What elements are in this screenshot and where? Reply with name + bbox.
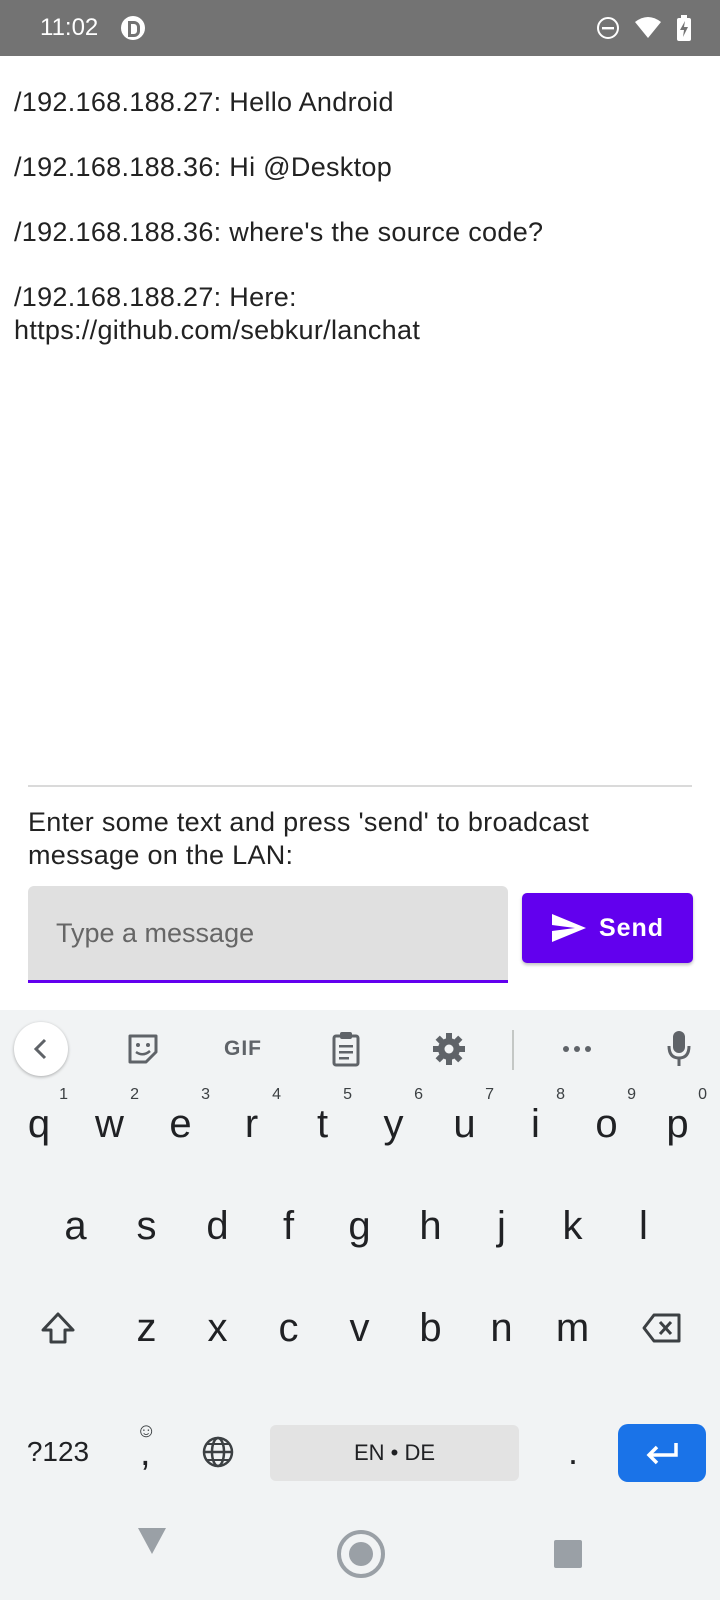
key-f[interactable]: f	[253, 1184, 324, 1268]
enter-key[interactable]	[618, 1424, 706, 1482]
comma-key[interactable]: ☺ ,	[124, 1410, 180, 1494]
pocket-casts-icon	[121, 16, 145, 40]
key-j[interactable]: j	[466, 1184, 537, 1268]
space-key[interactable]: EN • DE	[270, 1425, 519, 1481]
key-m[interactable]: m	[537, 1286, 608, 1370]
send-button-label: Send	[598, 913, 665, 942]
clipboard-icon[interactable]	[321, 1024, 371, 1074]
message-text: /192.168.188.36: Hi @Desktop	[14, 152, 393, 182]
gear-icon[interactable]	[424, 1024, 474, 1074]
key-g[interactable]: g	[324, 1184, 395, 1268]
key-e[interactable]: 3e	[145, 1082, 216, 1166]
back-triangle-icon[interactable]	[136, 1526, 168, 1556]
send-icon	[551, 914, 586, 942]
key-hint: 4	[272, 1086, 281, 1103]
key-label: w	[95, 1101, 124, 1146]
message-item: /192.168.188.36: where's the source code…	[14, 216, 694, 249]
divider	[28, 785, 692, 787]
key-label: o	[595, 1101, 618, 1146]
key-w[interactable]: 2w	[74, 1082, 145, 1166]
key-l[interactable]: l	[608, 1184, 679, 1268]
key-label: t	[316, 1101, 329, 1146]
message-list: /192.168.188.27: Hello Android /192.168.…	[14, 86, 694, 379]
message-text: /192.168.188.27: Here:	[14, 282, 297, 312]
message-input[interactable]	[28, 886, 508, 983]
key-a[interactable]: a	[40, 1184, 111, 1268]
key-v[interactable]: v	[324, 1286, 395, 1370]
key-label: e	[169, 1101, 192, 1146]
symbols-key[interactable]: ?123	[14, 1410, 102, 1494]
key-label: p	[666, 1101, 689, 1146]
key-c[interactable]: c	[253, 1286, 324, 1370]
key-label: u	[453, 1101, 476, 1146]
key-x[interactable]: x	[182, 1286, 253, 1370]
sticker-icon[interactable]	[118, 1024, 168, 1074]
key-hint: 3	[201, 1086, 210, 1103]
key-p[interactable]: 0p	[642, 1082, 713, 1166]
key-h[interactable]: h	[395, 1184, 466, 1268]
key-t[interactable]: 5t	[287, 1082, 358, 1166]
key-z[interactable]: z	[111, 1286, 182, 1370]
battery-charging-icon	[677, 15, 691, 41]
more-icon[interactable]	[552, 1024, 602, 1074]
key-o[interactable]: 9o	[571, 1082, 642, 1166]
key-hint: 7	[485, 1086, 494, 1103]
navigation-bar	[0, 1510, 720, 1600]
status-time: 11:02	[40, 14, 99, 41]
key-hint: 9	[627, 1086, 636, 1103]
key-hint: 6	[414, 1086, 423, 1103]
message-item: /192.168.188.36: Hi @Desktop	[14, 151, 694, 184]
message-text: /192.168.188.27: Hello Android	[14, 87, 394, 117]
backspace-key[interactable]	[618, 1286, 706, 1370]
status-bar: 11:02	[0, 0, 720, 56]
key-d[interactable]: d	[182, 1184, 253, 1268]
message-link[interactable]: https://github.com/sebkur/lanchat	[14, 314, 694, 347]
send-button[interactable]: Send	[522, 893, 693, 963]
microphone-icon[interactable]	[654, 1024, 704, 1074]
message-text: /192.168.188.36: where's the source code…	[14, 217, 544, 247]
key-k[interactable]: k	[537, 1184, 608, 1268]
key-label: q	[27, 1101, 51, 1146]
key-r[interactable]: 4r	[216, 1082, 287, 1166]
comma-label: ,	[140, 1432, 151, 1474]
toolbar-divider	[512, 1030, 514, 1070]
key-hint: 1	[59, 1086, 68, 1103]
key-q[interactable]: 1q	[4, 1082, 74, 1166]
enter-icon	[646, 1443, 678, 1465]
keyboard-toolbar: GIF	[0, 1010, 720, 1088]
status-icons	[596, 14, 692, 42]
gif-label: GIF	[224, 1037, 262, 1060]
shift-key[interactable]	[14, 1286, 102, 1370]
key-n[interactable]: n	[466, 1286, 537, 1370]
key-b[interactable]: b	[395, 1286, 466, 1370]
period-key[interactable]: .	[548, 1410, 598, 1494]
key-label: i	[531, 1101, 540, 1146]
key-i[interactable]: 8i	[500, 1082, 571, 1166]
key-u[interactable]: 7u	[429, 1082, 500, 1166]
message-item: /192.168.188.27: Hello Android	[14, 86, 694, 119]
instructions-text: Enter some text and press 'send' to broa…	[28, 807, 590, 870]
key-hint: 8	[556, 1086, 565, 1103]
key-label: r	[244, 1101, 259, 1146]
key-hint: 0	[698, 1086, 707, 1103]
message-item: /192.168.188.27: Here: https://github.co…	[14, 281, 694, 347]
key-hint: 2	[130, 1086, 139, 1103]
gif-icon[interactable]: GIF	[218, 1024, 268, 1074]
globe-icon	[202, 1436, 234, 1468]
globe-key[interactable]	[190, 1410, 246, 1494]
home-circle-icon[interactable]	[337, 1530, 385, 1578]
backspace-icon	[642, 1313, 681, 1343]
recents-square-icon[interactable]	[554, 1540, 582, 1568]
chevron-left-icon[interactable]	[14, 1022, 68, 1076]
key-label: y	[383, 1101, 404, 1146]
wifi-icon	[635, 17, 661, 38]
key-hint: 5	[343, 1086, 352, 1103]
shift-icon	[41, 1312, 75, 1344]
key-y[interactable]: 6y	[358, 1082, 429, 1166]
key-s[interactable]: s	[111, 1184, 182, 1268]
do-not-disturb-icon	[597, 17, 619, 39]
